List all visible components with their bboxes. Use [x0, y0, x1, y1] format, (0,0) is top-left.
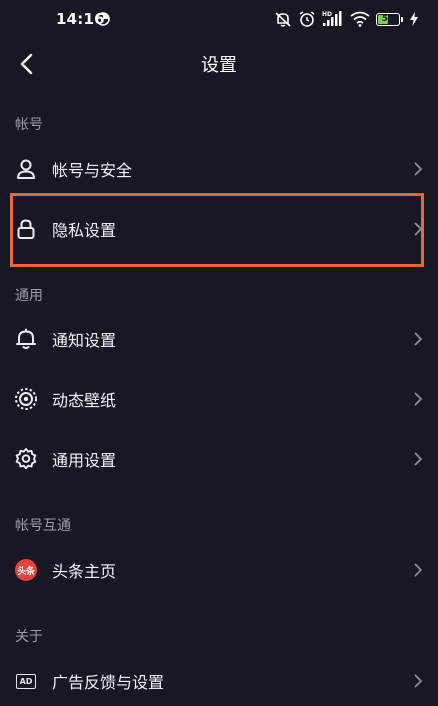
chevron-right-icon	[412, 161, 424, 177]
page-title: 设置	[201, 55, 237, 76]
row-label-ad-feedback: 广告反馈与设置	[52, 673, 165, 692]
settings-row-notifications[interactable]: 通知设置	[0, 314, 438, 364]
app-notification-icon	[96, 12, 110, 26]
ad-icon: AD	[14, 669, 38, 693]
chevron-right-icon	[412, 451, 424, 467]
chevron-right-icon	[412, 562, 424, 578]
charging-icon	[410, 12, 418, 26]
row-label-privacy: 隐私设置	[52, 221, 117, 240]
row-label-notifications: 通知设置	[52, 331, 117, 350]
section-header-about: 关于	[15, 629, 43, 645]
live-wallpaper-icon	[14, 387, 38, 411]
toutiao-logo: 头条	[15, 559, 37, 581]
row-label-account-security: 帐号与安全	[52, 161, 133, 180]
toutiao-logo-icon: 头条	[14, 558, 38, 582]
settings-row-privacy[interactable]: 隐私设置	[0, 204, 438, 254]
section-header-account: 帐号	[15, 117, 43, 133]
settings-row-ad-feedback[interactable]: AD 广告反馈与设置	[0, 656, 438, 706]
battery-level: 51	[381, 13, 395, 24]
signal-hd-icon: HD	[322, 11, 342, 26]
chevron-right-icon	[412, 221, 424, 237]
section-header-general: 通用	[15, 288, 43, 304]
chevron-right-icon	[412, 673, 424, 689]
bell-icon	[14, 327, 38, 351]
ad-icon-label: AD	[16, 673, 36, 689]
settings-row-account-security[interactable]: 帐号与安全	[0, 144, 438, 194]
settings-row-toutiao-homepage[interactable]: 头条 头条主页	[0, 545, 438, 595]
battery-indicator: 51	[376, 12, 404, 26]
row-label-toutiao-homepage: 头条主页	[52, 562, 117, 581]
settings-row-general-settings[interactable]: 通用设置	[0, 434, 438, 484]
mute-icon	[275, 12, 291, 27]
wifi-icon	[350, 11, 370, 27]
svg-text:HD: HD	[322, 11, 332, 18]
alarm-icon	[299, 11, 315, 27]
chevron-right-icon	[412, 391, 424, 407]
row-label-live-wallpaper: 动态壁纸	[52, 391, 117, 410]
header: 设置	[0, 40, 438, 88]
status-icons: HD 51	[274, 8, 418, 30]
lock-icon	[14, 217, 38, 241]
person-icon	[14, 157, 38, 181]
chevron-right-icon	[412, 331, 424, 347]
gear-icon	[14, 447, 38, 471]
section-header-interop: 帐号互通	[15, 518, 71, 534]
status-bar: 14:16 HD 51	[0, 0, 438, 40]
row-label-general-settings: 通用设置	[52, 451, 117, 470]
settings-row-live-wallpaper[interactable]: 动态壁纸	[0, 374, 438, 424]
